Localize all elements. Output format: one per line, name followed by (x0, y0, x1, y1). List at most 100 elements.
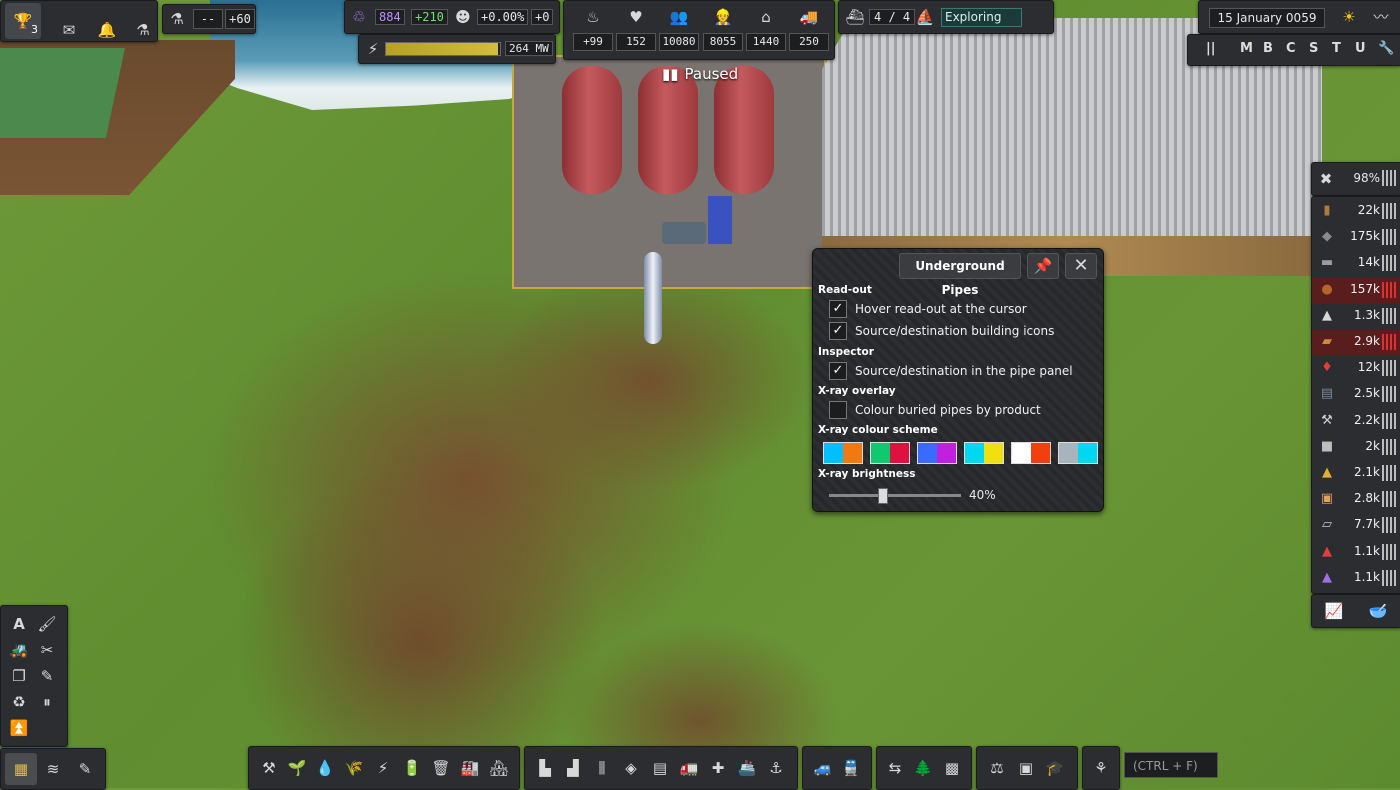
colour-scheme-swatch[interactable] (823, 442, 863, 464)
education-icon[interactable]: 🎓 (1045, 758, 1065, 778)
power-panel[interactable]: ⚡ 264 MW (358, 34, 556, 64)
pause-icon[interactable]: || (1206, 41, 1216, 56)
terrain-icon[interactable]: ▩ (942, 758, 962, 778)
battery-icon[interactable]: 🔋 (402, 758, 422, 778)
underground-pipe[interactable] (644, 252, 662, 344)
diamond-icon[interactable]: ◈ (621, 758, 641, 778)
eyedropper-icon[interactable]: ✎ (37, 666, 57, 686)
storage-tank[interactable] (714, 66, 774, 194)
conveyor-icon[interactable]: ▤ (650, 758, 670, 778)
tool-letter-b[interactable]: B (1263, 41, 1273, 56)
vehicles-stat[interactable]: 🚚 250 (789, 1, 829, 51)
tool-letter-u[interactable]: U (1355, 41, 1366, 56)
option-building-icons[interactable]: ✓ Source/destination building icons (829, 321, 1054, 341)
bowl-icon[interactable]: 🥣 (1368, 601, 1388, 621)
inventory-row[interactable]: ■ 2k (1312, 435, 1400, 461)
recycle-icon[interactable]: ♻ (9, 692, 29, 712)
checkbox[interactable] (829, 401, 847, 419)
water-icon[interactable]: 💧 (315, 758, 335, 778)
stairs-icon[interactable]: ▟ (563, 758, 583, 778)
power-plant-icon[interactable]: ⚡ (373, 758, 393, 778)
pipes-icon[interactable]: ⫼ (592, 758, 612, 778)
dock-icon[interactable]: ⚓ (766, 758, 786, 778)
inventory-row[interactable]: ▣ 2.8k (1312, 487, 1400, 513)
search-input[interactable]: (CTRL + F) (1124, 752, 1218, 778)
transport-icon[interactable]: ⇆ (885, 758, 905, 778)
paused-indicator[interactable]: ▮▮ Paused (662, 65, 738, 83)
factory-icon[interactable]: 🏭 (460, 758, 480, 778)
colour-scheme-swatch[interactable] (964, 442, 1004, 464)
storage-tank[interactable] (638, 66, 698, 194)
checkbox[interactable]: ✓ (829, 322, 847, 340)
tool-letter-m[interactable]: M (1240, 41, 1253, 56)
close-button[interactable]: ✕ (1065, 253, 1097, 279)
crops-icon[interactable]: 🌾 (344, 758, 364, 778)
bulldozer-icon[interactable]: 🚜 (9, 640, 29, 660)
food-stat[interactable]: ♨ +99 (573, 1, 613, 51)
medical-icon[interactable]: ✚ (708, 758, 728, 778)
health-stat[interactable]: ♥ 152 (616, 1, 656, 51)
exploration-panel[interactable]: ⛴ 4 / 4 ⛵ Exploring (838, 0, 1054, 34)
tool-letter-c[interactable]: C (1286, 41, 1296, 56)
pin-button[interactable]: 📌 (1027, 253, 1059, 279)
tree-structure-icon[interactable]: ⚘ (1091, 758, 1111, 778)
option-colour-buried[interactable]: Colour buried pipes by product (829, 400, 1041, 420)
slider-thumb[interactable] (877, 488, 888, 504)
build-mode-button[interactable]: ▦ (5, 753, 37, 785)
maintenance-panel[interactable]: ✖ 98% (1311, 162, 1400, 196)
cut-icon[interactable]: ✂ (37, 640, 57, 660)
paint-brush-icon[interactable]: 🖌 (37, 614, 57, 634)
colour-scheme-swatch[interactable] (1011, 442, 1051, 464)
colour-scheme-swatch[interactable] (870, 442, 910, 464)
edit-icon[interactable]: ✎ (75, 759, 95, 779)
bell-icon[interactable]: 🔔 (97, 20, 117, 40)
pump-unit[interactable] (708, 196, 732, 244)
achievements-button[interactable]: 🏆 3 (5, 3, 41, 39)
inventory-row[interactable]: ▲ 1.1k (1312, 540, 1400, 566)
balance-icon[interactable]: ⚖ (987, 758, 1007, 778)
flask-icon[interactable]: ⚗ (133, 20, 153, 40)
population-stat[interactable]: 👥 10080 (659, 1, 699, 51)
housing-build-icon[interactable]: 🏘 (489, 758, 509, 778)
layers-icon[interactable]: ≋ (43, 759, 63, 779)
inventory-row[interactable]: ▰ 2.9k (1312, 330, 1400, 356)
workers-stat[interactable]: 👷 8055 (703, 1, 743, 51)
tool-letter-t[interactable]: T (1332, 41, 1341, 56)
pause-building-icon[interactable]: ⏸ (37, 692, 57, 712)
inventory-row[interactable]: ▤ 2.5k (1312, 382, 1400, 408)
pump-machine[interactable] (662, 222, 706, 244)
inventory-row[interactable]: ● 157k (1312, 277, 1400, 304)
truck-icon[interactable]: 🚛 (679, 758, 699, 778)
waste-icon[interactable]: 🗑 (431, 758, 451, 778)
option-hover-readout[interactable]: ✓ Hover read-out at the cursor (829, 299, 1027, 319)
mail-icon[interactable]: ✉ (59, 20, 79, 40)
label-tool-icon[interactable]: A (9, 614, 29, 634)
brightness-slider[interactable] (829, 488, 961, 504)
wrench-icon[interactable]: 🔧 (1378, 41, 1394, 56)
inventory-row[interactable]: ▮ 22k (1312, 199, 1400, 225)
inventory-row[interactable]: ▬ 14k (1312, 251, 1400, 277)
copy-icon[interactable]: ❐ (9, 666, 29, 686)
trees-icon[interactable]: 🌲 (913, 758, 933, 778)
tool-letter-s[interactable]: S (1309, 41, 1318, 56)
ship-build-icon[interactable]: 🚢 (737, 758, 757, 778)
inventory-row[interactable]: ▲ 2.1k (1312, 461, 1400, 487)
farming-icon[interactable]: 🌱 (287, 758, 307, 778)
mining-icon[interactable]: ⚒ (259, 758, 279, 778)
inventory-row[interactable]: ⚒ 2.2k (1312, 409, 1400, 435)
checkbox[interactable]: ✓ (829, 362, 847, 380)
upgrade-icon[interactable]: ⏫ (9, 718, 29, 738)
option-pipe-panel[interactable]: ✓ Source/destination in the pipe panel (829, 361, 1073, 381)
train-icon[interactable]: 🚆 (841, 758, 861, 778)
inventory-row[interactable]: ▲ 1.3k (1312, 304, 1400, 330)
inventory-row[interactable]: ♦ 12k (1312, 356, 1400, 382)
colour-scheme-swatch[interactable] (917, 442, 957, 464)
checkbox[interactable]: ✓ (829, 300, 847, 318)
inventory-row[interactable]: ◆ 175k (1312, 225, 1400, 251)
research-panel[interactable]: ⚗ -- +60 (162, 4, 256, 34)
inventory-row[interactable]: ▱ 7.7k (1312, 513, 1400, 539)
vehicle-depot-icon[interactable]: 🚙 (813, 758, 833, 778)
housing-stat[interactable]: ⌂ 1440 (746, 1, 786, 51)
chart-icon[interactable]: 📈 (1324, 601, 1344, 621)
blueprint-icon[interactable]: ▣ (1016, 758, 1036, 778)
